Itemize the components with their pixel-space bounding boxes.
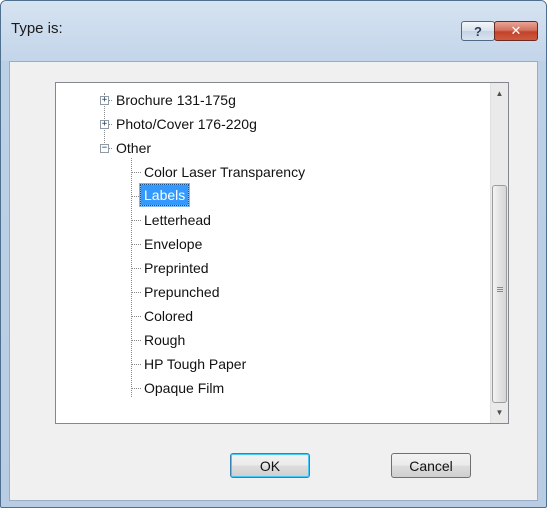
tree-item-label: Color Laser Transparency: [144, 164, 306, 180]
tree-item-other[interactable]: − Other: [56, 137, 476, 161]
tree-branch-line: [131, 364, 141, 365]
expand-plus-icon[interactable]: +: [100, 96, 109, 105]
tree-item-label: Preprinted: [144, 260, 209, 276]
tree-item-label: Colored: [144, 308, 194, 324]
dialog-title: Type is:: [11, 20, 63, 37]
dialog-window: Type is: ? ✕ + Brochure 131-175g + Photo…: [0, 0, 547, 508]
tree-item-rough[interactable]: Rough: [56, 329, 476, 353]
dialog-body: + Brochure 131-175g + Photo/Cover 176-22…: [9, 61, 538, 501]
scrollbar-thumb[interactable]: [492, 185, 507, 403]
tree-item-brochure[interactable]: + Brochure 131-175g: [56, 89, 476, 113]
grip-icon: [497, 287, 503, 292]
ok-button[interactable]: OK: [230, 453, 310, 478]
tree-item-photo-cover[interactable]: + Photo/Cover 176-220g: [56, 113, 476, 137]
tree-branch-line: [131, 340, 141, 341]
tree-item-label-selected: Labels: [139, 184, 190, 206]
scroll-down-arrow-icon[interactable]: ▼: [491, 404, 508, 421]
tree-item-label: Other: [116, 140, 152, 156]
tree-item-opaque-film[interactable]: Opaque Film: [56, 377, 476, 401]
tree-item-label: Brochure 131-175g: [116, 92, 236, 108]
tree-branch-line: [131, 316, 141, 317]
tree-branch-line: [131, 244, 141, 245]
tree-item-label: HP Tough Paper: [144, 356, 247, 372]
tree-branch-line: [131, 196, 141, 197]
cancel-button[interactable]: Cancel: [391, 453, 471, 478]
close-button[interactable]: ✕: [494, 21, 538, 41]
tree-branch-line: [131, 388, 141, 389]
tree-item-prepunched[interactable]: Prepunched: [56, 281, 476, 305]
vertical-scrollbar[interactable]: ▲ ▼: [490, 83, 508, 423]
title-bar[interactable]: Type is: ? ✕: [1, 1, 546, 61]
question-mark-icon: ?: [474, 23, 482, 39]
tree-item-preprinted[interactable]: Preprinted: [56, 257, 476, 281]
tree-item-colored[interactable]: Colored: [56, 305, 476, 329]
expand-plus-icon[interactable]: +: [100, 120, 109, 129]
tree-branch-line: [131, 220, 141, 221]
tree-item-label: Envelope: [144, 236, 203, 252]
tree-branch-line: [131, 268, 141, 269]
paper-type-tree[interactable]: + Brochure 131-175g + Photo/Cover 176-22…: [55, 82, 509, 424]
tree-item-label: Prepunched: [144, 284, 220, 300]
tree-item-hp-tough-paper[interactable]: HP Tough Paper: [56, 353, 476, 377]
tree-item-color-laser-transparency[interactable]: Color Laser Transparency: [56, 161, 476, 185]
tree-item-label: Rough: [144, 332, 186, 348]
ok-button-label: OK: [259, 457, 281, 474]
tree-branch-line: [131, 292, 141, 293]
tree-item-label: Photo/Cover 176-220g: [116, 116, 257, 132]
help-button[interactable]: ?: [461, 21, 495, 41]
tree-item-letterhead[interactable]: Letterhead: [56, 209, 476, 233]
collapse-minus-icon[interactable]: −: [100, 144, 109, 153]
tree-item-label: Letterhead: [144, 212, 211, 228]
tree-item-envelope[interactable]: Envelope: [56, 233, 476, 257]
scroll-up-arrow-icon[interactable]: ▲: [491, 85, 508, 102]
tree-item-labels[interactable]: Labels: [56, 184, 476, 209]
cancel-button-label: Cancel: [409, 457, 453, 474]
close-icon: ✕: [510, 23, 522, 38]
tree-branch-line: [131, 172, 141, 173]
tree-item-label: Opaque Film: [144, 380, 225, 396]
